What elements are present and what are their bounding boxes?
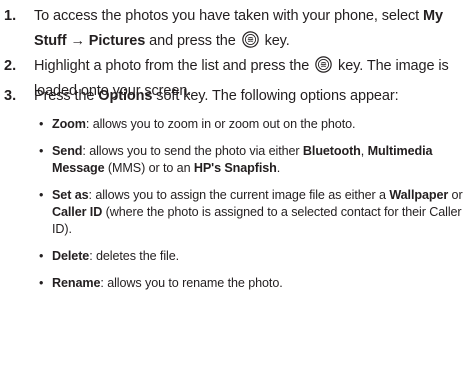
list-item-set-as: • Set as: allows you to assign the curren…	[39, 188, 463, 236]
bullet-icon: •	[39, 249, 44, 263]
list-item-rename: • Rename: allows you to rename the photo.	[39, 276, 283, 290]
ok-key-icon	[315, 56, 332, 73]
bullet-icon: •	[39, 144, 44, 158]
options-softkey: Options	[98, 88, 153, 104]
manual-page: 1. To access the photos you have taken w…	[0, 0, 468, 376]
bullet-icon: •	[39, 276, 44, 290]
list-item-delete: • Delete: deletes the file.	[39, 249, 180, 263]
list-item-send: • Send: allows you to send the photo via …	[39, 144, 433, 175]
step-number: 2.	[4, 58, 17, 74]
arrow-icon: →	[70, 33, 85, 49]
list-item-zoom: • Zoom: allows you to zoom in or zoom out…	[39, 117, 356, 131]
bullet-icon: •	[39, 117, 44, 131]
step-text: Press the Options soft key. The followin…	[34, 88, 399, 104]
options-list: • Zoom: allows you to zoom in or zoom out…	[38, 116, 464, 302]
step-text: To access the photos you have taken with…	[34, 8, 443, 49]
step-number: 3.	[4, 88, 17, 104]
ok-key-icon	[241, 31, 259, 48]
menu-pictures: Pictures	[88, 33, 146, 49]
step-3: 3. Press the Options soft key. The follo…	[0, 84, 466, 109]
step-number: 1.	[4, 8, 17, 24]
step-1: 1. To access the photos you have taken w…	[0, 4, 466, 54]
bullet-icon: •	[39, 188, 44, 202]
